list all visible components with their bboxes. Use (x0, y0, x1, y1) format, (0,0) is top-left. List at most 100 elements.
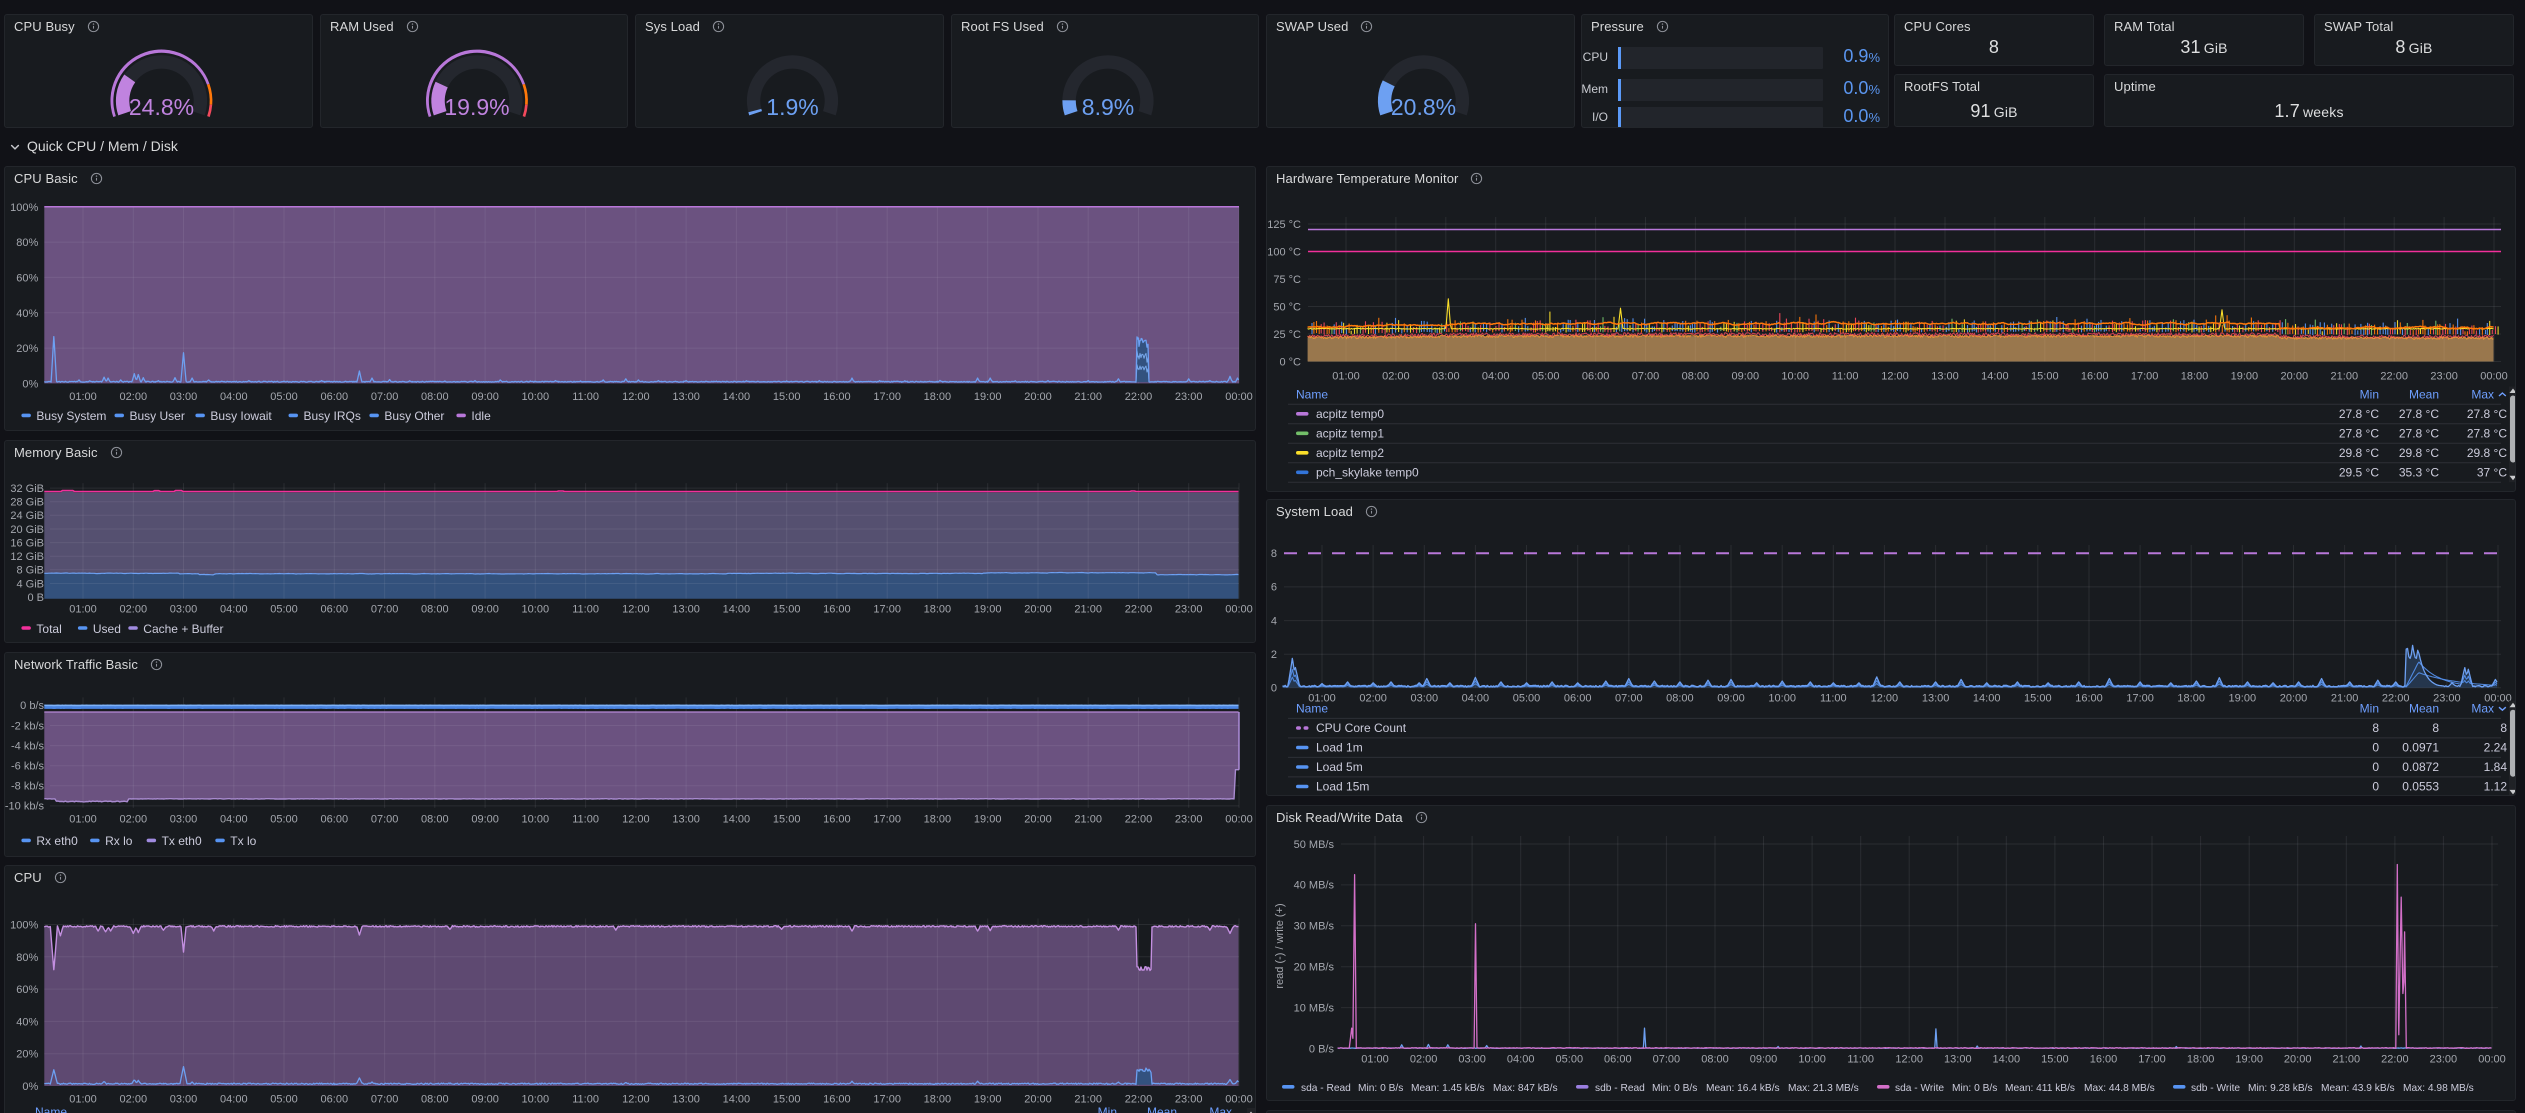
svg-text:00:00: 00:00 (1225, 814, 1253, 826)
svg-text:28 GiB: 28 GiB (10, 497, 44, 509)
svg-text:Max: 4.98 MB/s: Max: 4.98 MB/s (2403, 1083, 2474, 1094)
svg-text:Rx lo: Rx lo (105, 834, 133, 848)
svg-text:14:00: 14:00 (1993, 1054, 2021, 1066)
svg-text:17:00: 17:00 (873, 814, 901, 826)
svg-text:08:00: 08:00 (421, 604, 449, 616)
svg-text:06:00: 06:00 (1604, 1054, 1632, 1066)
svg-text:21:00: 21:00 (2331, 693, 2359, 705)
svg-text:Load 1m: Load 1m (1316, 741, 1363, 755)
svg-text:Max: 44.8 MB/s: Max: 44.8 MB/s (2084, 1083, 2155, 1094)
svg-text:09:00: 09:00 (471, 391, 499, 403)
svg-text:Busy Other: Busy Other (384, 409, 444, 423)
svg-text:20:00: 20:00 (2284, 1054, 2312, 1066)
svg-text:35.3 °C: 35.3 °C (2399, 466, 2439, 480)
svg-text:27.8 °C: 27.8 °C (2467, 427, 2507, 441)
svg-text:12 GiB: 12 GiB (10, 551, 44, 563)
svg-text:06:00: 06:00 (321, 1094, 349, 1106)
svg-text:Max: 847 kB/s: Max: 847 kB/s (1493, 1083, 1558, 1094)
svg-text:06:00: 06:00 (321, 604, 349, 616)
svg-text:02:00: 02:00 (120, 604, 148, 616)
svg-text:08:00: 08:00 (1682, 371, 1710, 383)
svg-text:30 MB/s: 30 MB/s (1294, 921, 1335, 933)
svg-text:100%: 100% (10, 202, 38, 214)
svg-text:07:00: 07:00 (371, 814, 399, 826)
svg-text:11:00: 11:00 (572, 1094, 599, 1106)
svg-text:20.8%: 20.8% (1391, 94, 1456, 120)
svg-text:Min: 0 B/s: Min: 0 B/s (1358, 1083, 1403, 1094)
svg-text:17:00: 17:00 (873, 1094, 901, 1106)
svg-text:07:00: 07:00 (371, 604, 399, 616)
svg-text:0 b/s: 0 b/s (20, 700, 44, 712)
svg-text:Busy Iowait: Busy Iowait (210, 409, 272, 423)
svg-text:16 GiB: 16 GiB (10, 537, 44, 549)
svg-text:16:00: 16:00 (823, 814, 851, 826)
svg-text:acpitz temp2: acpitz temp2 (1316, 446, 1384, 460)
svg-text:-8 kb/s: -8 kb/s (11, 781, 45, 793)
svg-text:12:00: 12:00 (622, 814, 650, 826)
svg-text:04:00: 04:00 (220, 604, 248, 616)
svg-text:19:00: 19:00 (2235, 1054, 2263, 1066)
svg-text:Name: Name (1296, 702, 1328, 716)
svg-text:17:00: 17:00 (2131, 371, 2159, 383)
svg-text:23:00: 23:00 (1175, 1094, 1203, 1106)
svg-text:sdb - Write: sdb - Write (2191, 1083, 2240, 1094)
svg-text:29.5 °C: 29.5 °C (2339, 466, 2379, 480)
svg-text:00:00: 00:00 (1225, 1094, 1253, 1106)
svg-text:01:00: 01:00 (1361, 1054, 1389, 1066)
svg-text:20:00: 20:00 (1024, 391, 1052, 403)
svg-text:04:00: 04:00 (1482, 371, 1510, 383)
svg-text:03:00: 03:00 (170, 391, 198, 403)
svg-text:22:00: 22:00 (1125, 391, 1153, 403)
svg-text:20:00: 20:00 (1024, 814, 1052, 826)
svg-text:13:00: 13:00 (672, 604, 700, 616)
svg-text:05:00: 05:00 (1556, 1054, 1584, 1066)
svg-text:75 °C: 75 °C (1273, 274, 1301, 286)
svg-text:14:00: 14:00 (1973, 693, 2001, 705)
svg-text:0.0971: 0.0971 (2402, 741, 2439, 755)
svg-text:15:00: 15:00 (773, 1094, 801, 1106)
svg-text:06:00: 06:00 (321, 391, 349, 403)
svg-text:10:00: 10:00 (522, 814, 550, 826)
svg-text:15:00: 15:00 (773, 604, 801, 616)
svg-text:100%: 100% (10, 920, 38, 932)
svg-text:01:00: 01:00 (69, 814, 97, 826)
svg-text:17:00: 17:00 (873, 391, 901, 403)
svg-text:-4 kb/s: -4 kb/s (11, 740, 45, 752)
svg-text:05:00: 05:00 (1532, 371, 1560, 383)
svg-text:11:00: 11:00 (1820, 693, 1847, 705)
svg-text:16:00: 16:00 (823, 1094, 851, 1106)
svg-text:02:00: 02:00 (120, 814, 148, 826)
svg-text:22:00: 22:00 (1125, 604, 1153, 616)
svg-text:02:00: 02:00 (120, 1094, 148, 1106)
svg-text:6: 6 (1271, 582, 1277, 594)
svg-text:15:00: 15:00 (773, 391, 801, 403)
svg-text:20:00: 20:00 (2281, 371, 2309, 383)
svg-text:01:00: 01:00 (69, 1094, 97, 1106)
svg-text:10 MB/s: 10 MB/s (1294, 1002, 1335, 1014)
svg-text:23:00: 23:00 (1175, 814, 1203, 826)
svg-text:00:00: 00:00 (1225, 604, 1253, 616)
svg-text:37 °C: 37 °C (2477, 466, 2507, 480)
svg-text:22:00: 22:00 (2381, 1054, 2409, 1066)
svg-text:0: 0 (1271, 683, 1277, 695)
svg-text:19:00: 19:00 (2231, 371, 2259, 383)
svg-text:0: 0 (2372, 780, 2379, 794)
svg-text:14:00: 14:00 (723, 604, 751, 616)
svg-text:1.12: 1.12 (2484, 780, 2508, 794)
svg-text:Mean: Mean (1147, 1105, 1177, 1113)
svg-text:10:00: 10:00 (1798, 1054, 1826, 1066)
svg-text:27.8 °C: 27.8 °C (2339, 427, 2379, 441)
svg-text:18:00: 18:00 (924, 391, 952, 403)
svg-text:sda - Read: sda - Read (1301, 1083, 1351, 1094)
svg-text:11:00: 11:00 (572, 391, 599, 403)
svg-text:12:00: 12:00 (622, 391, 650, 403)
svg-text:03:00: 03:00 (1411, 693, 1439, 705)
svg-text:01:00: 01:00 (1332, 371, 1360, 383)
svg-text:03:00: 03:00 (170, 604, 198, 616)
svg-text:-10 kb/s: -10 kb/s (5, 801, 44, 813)
svg-text:8: 8 (1271, 548, 1277, 560)
svg-text:Idle: Idle (471, 409, 491, 423)
svg-text:15:00: 15:00 (2041, 1054, 2069, 1066)
svg-text:09:00: 09:00 (471, 604, 499, 616)
svg-text:19:00: 19:00 (2229, 693, 2257, 705)
